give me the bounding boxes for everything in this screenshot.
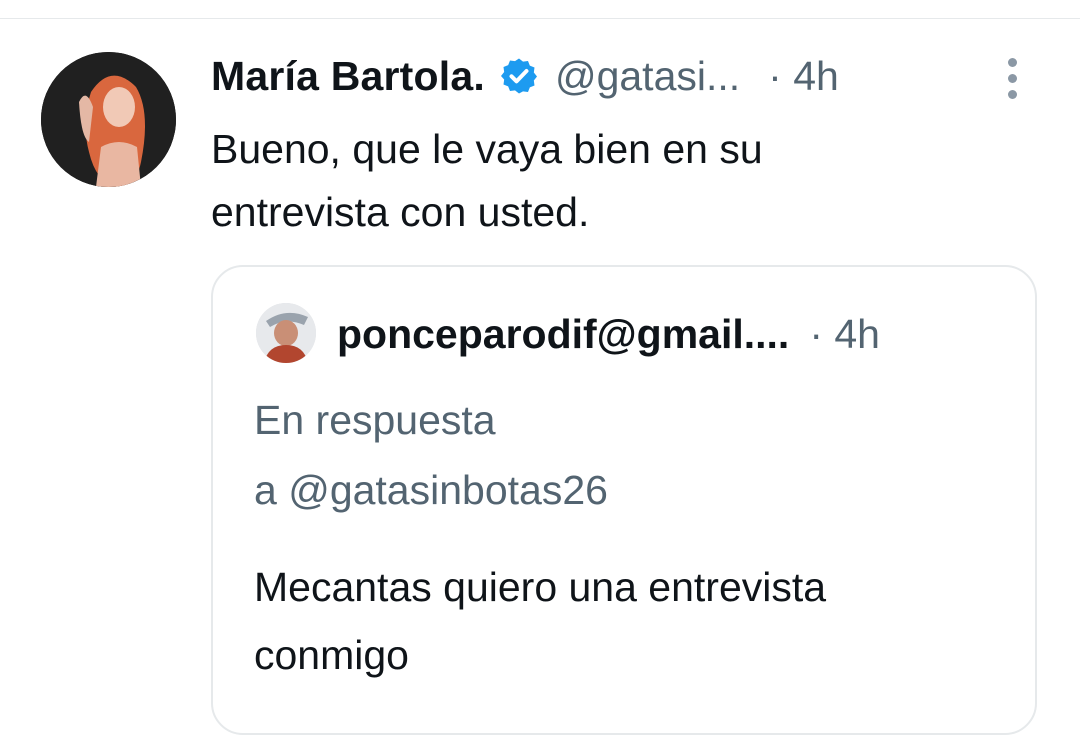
author-avatar[interactable]	[41, 52, 176, 187]
top-divider	[0, 18, 1080, 19]
tweet-text-line: Bueno, que le vaya bien en su	[211, 126, 763, 172]
tweet-header: María Bartola. @gatasi... · 4h	[211, 46, 1031, 106]
quoted-tweet-card[interactable]: ponceparodif@gmail.... · 4h En respuesta…	[211, 265, 1037, 735]
quoted-tweet-text: Mecantas quiero una entrevista conmigo	[254, 553, 1014, 689]
reply-context: En respuesta a @gatasinbotas26	[254, 385, 608, 525]
tweet-text-line: entrevista con usted.	[211, 189, 590, 235]
author-handle[interactable]: @gatasi...	[555, 53, 740, 100]
quoted-text-line: Mecantas quiero una entrevista	[254, 564, 827, 610]
quoted-text-line: conmigo	[254, 632, 409, 678]
author-name[interactable]: María Bartola.	[211, 53, 485, 100]
reply-context-line: a @gatasinbotas26	[254, 467, 608, 513]
quoted-tweet-header: ponceparodif@gmail.... · 4h	[337, 307, 880, 361]
tweet-text: Bueno, que le vaya bien en su entrevista…	[211, 118, 971, 244]
quoted-author-name: ponceparodif@gmail....	[337, 310, 790, 357]
tweet-time[interactable]: · 4h	[768, 53, 839, 100]
quoted-author-avatar	[256, 303, 316, 363]
quoted-tweet-time: · 4h	[809, 310, 880, 357]
verified-badge-icon	[499, 56, 539, 96]
reply-context-line: En respuesta	[254, 397, 496, 443]
more-options-icon[interactable]	[1003, 58, 1021, 102]
